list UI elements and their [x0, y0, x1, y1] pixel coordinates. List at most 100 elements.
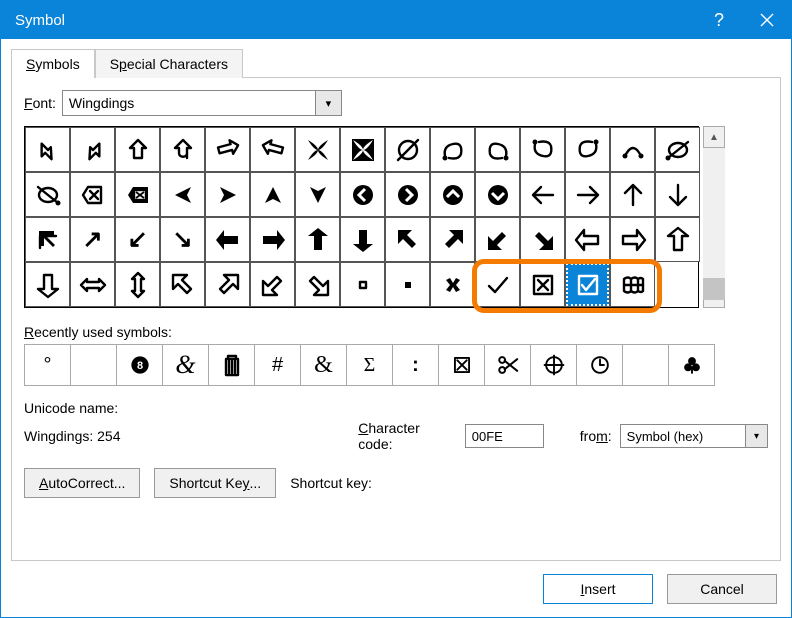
- symbol-cell[interactable]: [385, 262, 430, 307]
- symbol-cell[interactable]: [250, 127, 295, 172]
- symbol-cell[interactable]: [565, 127, 610, 172]
- symbol-cell[interactable]: ↗: [70, 217, 115, 262]
- insert-button[interactable]: Insert: [543, 574, 653, 604]
- symbol-cell[interactable]: [160, 127, 205, 172]
- font-value: Wingdings: [63, 91, 315, 115]
- symbol-cell[interactable]: [340, 262, 385, 307]
- chevron-down-icon: ▾: [315, 91, 341, 115]
- symbol-cell[interactable]: [250, 217, 295, 262]
- symbol-cell[interactable]: [565, 217, 610, 262]
- scroll-track[interactable]: [703, 148, 725, 286]
- unicode-name-label: Unicode name:: [24, 400, 768, 416]
- symbol-cell[interactable]: [205, 217, 250, 262]
- symbol-cell[interactable]: [520, 172, 565, 217]
- symbol-cell[interactable]: [205, 262, 250, 307]
- unicode-name-value: Wingdings: 254: [24, 428, 350, 444]
- symbol-cell[interactable]: [295, 217, 340, 262]
- recent-symbol[interactable]: [484, 344, 531, 386]
- symbol-cell[interactable]: [160, 262, 205, 307]
- symbol-cell[interactable]: [385, 127, 430, 172]
- cancel-button[interactable]: Cancel: [667, 574, 777, 604]
- tab-symbols[interactable]: Symbols: [11, 49, 95, 78]
- symbol-cell[interactable]: [70, 262, 115, 307]
- scroll-thumb[interactable]: [703, 278, 725, 300]
- symbol-cell[interactable]: [295, 172, 340, 217]
- symbol-cell[interactable]: [295, 262, 340, 307]
- font-dropdown[interactable]: Wingdings ▾: [62, 90, 342, 116]
- symbol-cell[interactable]: [250, 172, 295, 217]
- recent-symbol[interactable]: Σ: [346, 344, 393, 386]
- symbol-cell[interactable]: [520, 262, 565, 307]
- symbol-cell[interactable]: [430, 217, 475, 262]
- symbol-cell[interactable]: [565, 172, 610, 217]
- symbol-cell[interactable]: [475, 262, 520, 307]
- symbol-cell[interactable]: ↘: [160, 217, 205, 262]
- symbol-cell[interactable]: [70, 172, 115, 217]
- close-button[interactable]: [743, 1, 791, 39]
- from-dropdown[interactable]: Symbol (hex) ▾: [620, 424, 768, 448]
- symbol-cell[interactable]: [25, 127, 70, 172]
- symbol-cell[interactable]: [295, 127, 340, 172]
- help-button[interactable]: ?: [695, 1, 743, 39]
- recent-symbol[interactable]: &: [300, 344, 347, 386]
- scroll-up-button[interactable]: ▲: [703, 126, 725, 148]
- shortcut-key-label: Shortcut key:: [290, 475, 372, 491]
- svg-text:8: 8: [136, 360, 142, 372]
- symbol-cell[interactable]: [25, 262, 70, 307]
- symbol-cell[interactable]: [115, 172, 160, 217]
- symbol-cell[interactable]: [205, 172, 250, 217]
- recent-symbols-row: ° 8 & # & Σ :: [24, 344, 768, 386]
- window-title: Symbol: [15, 12, 65, 29]
- recent-symbol[interactable]: #: [254, 344, 301, 386]
- grid-scrollbar[interactable]: ▲ ▼: [703, 126, 725, 308]
- symbol-cell[interactable]: [610, 262, 655, 307]
- symbol-cell[interactable]: ↖: [25, 217, 70, 262]
- recent-symbol[interactable]: [622, 344, 669, 386]
- recent-symbol[interactable]: [576, 344, 623, 386]
- symbol-cell[interactable]: [70, 127, 115, 172]
- recent-symbol[interactable]: °: [24, 344, 71, 386]
- recent-symbol[interactable]: [438, 344, 485, 386]
- font-label: Font:: [24, 95, 56, 111]
- recent-symbol[interactable]: [530, 344, 577, 386]
- titlebar: Symbol ?: [1, 1, 791, 39]
- symbol-cell-selected[interactable]: [565, 262, 610, 307]
- symbol-cell[interactable]: [430, 127, 475, 172]
- symbol-cell[interactable]: [475, 217, 520, 262]
- symbol-cell[interactable]: [115, 262, 160, 307]
- recent-symbol[interactable]: [208, 344, 255, 386]
- symbol-cell[interactable]: [340, 127, 385, 172]
- recent-symbol[interactable]: :: [392, 344, 439, 386]
- symbol-cell[interactable]: [340, 172, 385, 217]
- symbol-cell[interactable]: [115, 127, 160, 172]
- symbol-cell[interactable]: [250, 262, 295, 307]
- symbol-cell[interactable]: [340, 217, 385, 262]
- recent-symbol[interactable]: &: [162, 344, 209, 386]
- autocorrect-button[interactable]: AutoCorrect...: [24, 468, 140, 498]
- recent-symbol[interactable]: 8: [116, 344, 163, 386]
- tab-special-characters[interactable]: Special Characters: [95, 49, 243, 78]
- recent-symbol[interactable]: [668, 344, 715, 386]
- symbol-cell[interactable]: [655, 217, 700, 262]
- symbol-cell[interactable]: [655, 127, 700, 172]
- symbol-cell[interactable]: [385, 217, 430, 262]
- recent-symbol[interactable]: [70, 344, 117, 386]
- symbol-cell[interactable]: [520, 127, 565, 172]
- symbol-cell[interactable]: [205, 127, 250, 172]
- symbol-cell[interactable]: [610, 217, 655, 262]
- symbol-cell[interactable]: [610, 127, 655, 172]
- symbol-cell[interactable]: [160, 172, 205, 217]
- symbol-cell[interactable]: [430, 262, 475, 307]
- symbol-cell[interactable]: [475, 172, 520, 217]
- symbol-cell[interactable]: [385, 172, 430, 217]
- symbol-cell[interactable]: [655, 172, 700, 217]
- symbol-cell[interactable]: [610, 172, 655, 217]
- symbol-cell[interactable]: [520, 217, 565, 262]
- symbol-cell[interactable]: [655, 262, 700, 307]
- symbol-cell[interactable]: [475, 127, 520, 172]
- symbol-cell[interactable]: [430, 172, 475, 217]
- shortcut-key-button[interactable]: Shortcut Key...: [154, 468, 276, 498]
- symbol-cell[interactable]: ↙: [115, 217, 160, 262]
- symbol-cell[interactable]: [25, 172, 70, 217]
- char-code-input[interactable]: 00FE: [465, 424, 544, 448]
